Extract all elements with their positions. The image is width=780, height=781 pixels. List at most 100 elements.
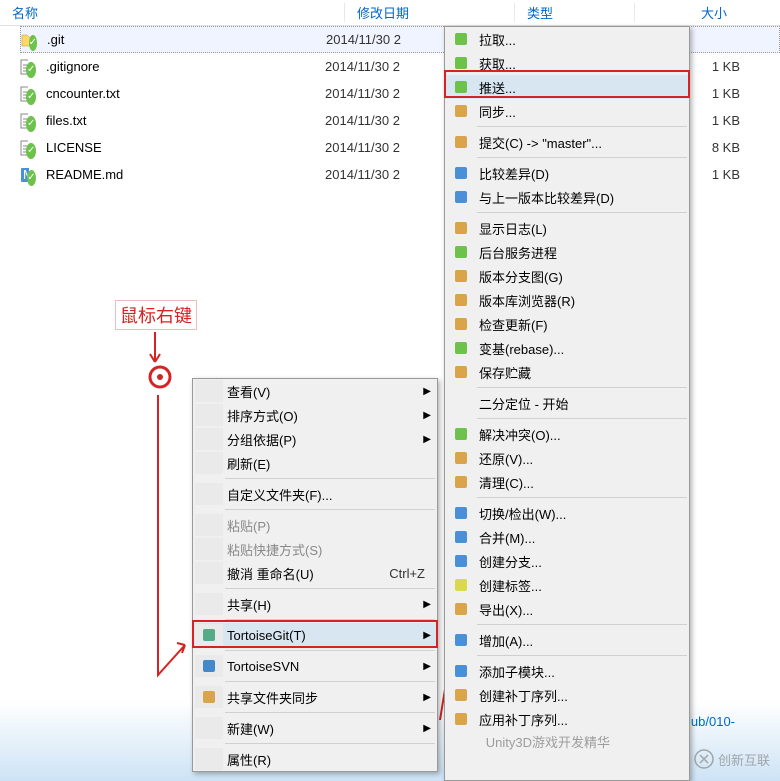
rebase-icon	[447, 337, 475, 359]
menu-item[interactable]: 添加子模块...	[445, 659, 689, 683]
menu-label: 同步...	[479, 102, 685, 121]
context-menu-main: 查看(V) ▶ 排序方式(O) ▶ 分组依据(P) ▶ 刷新(E) 自定义文件夹…	[192, 378, 438, 772]
menu-item[interactable]: 与上一版本比较差异(D)	[445, 185, 689, 209]
menu-item[interactable]: 清理(C)...	[445, 470, 689, 494]
menu-item[interactable]: 获取...	[445, 51, 689, 75]
menu-label: 保存贮藏	[479, 363, 685, 382]
menu-label: 版本分支图(G)	[479, 267, 685, 286]
menu-label: 清理(C)...	[479, 473, 685, 492]
menu-item[interactable]: 版本库浏览器(R)	[445, 288, 689, 312]
menu-separator	[225, 743, 435, 744]
menu-item[interactable]: 保存贮藏	[445, 360, 689, 384]
menu-item[interactable]: 后台服务进程	[445, 240, 689, 264]
blank-icon	[195, 748, 223, 770]
file-name-text: cncounter.txt	[46, 86, 120, 101]
menu-item[interactable]: 粘贴(P)	[193, 513, 437, 537]
menu-separator	[225, 712, 435, 713]
menu-label: 二分定位 - 开始	[479, 394, 685, 413]
menu-item[interactable]: 二分定位 - 开始	[445, 391, 689, 415]
menu-item[interactable]: 显示日志(L)	[445, 216, 689, 240]
file-icon: ✓	[20, 139, 38, 157]
daemon-icon	[447, 241, 475, 263]
menu-item[interactable]: 还原(V)...	[445, 446, 689, 470]
sync-icon	[195, 686, 223, 708]
menu-item[interactable]: 创建分支...	[445, 549, 689, 573]
menu-item[interactable]: 合并(M)...	[445, 525, 689, 549]
menu-item[interactable]: 解决冲突(O)...	[445, 422, 689, 446]
menu-item[interactable]: 拉取...	[445, 27, 689, 51]
menu-item[interactable]: TortoiseGit(T) ▶	[193, 623, 437, 647]
col-size[interactable]: 大小	[635, 3, 735, 22]
menu-item[interactable]: 新建(W) ▶	[193, 716, 437, 740]
menu-label: 属性(R)	[227, 750, 433, 769]
menu-separator	[225, 650, 435, 651]
col-name[interactable]: 名称	[0, 3, 345, 22]
menu-item[interactable]: 应用补丁序列...	[445, 707, 689, 731]
menu-separator	[477, 624, 687, 625]
file-name-text: .gitignore	[46, 59, 99, 74]
menu-label: TortoiseSVN	[227, 659, 433, 674]
menu-label: 显示日志(L)	[479, 219, 685, 238]
long-arrow-icon	[150, 395, 190, 685]
blank-icon	[195, 483, 223, 505]
menu-item[interactable]: 创建标签...	[445, 573, 689, 597]
file-size: 1 KB	[712, 86, 740, 101]
file-name-text: README.md	[46, 167, 123, 182]
menu-item[interactable]: 属性(R)	[193, 747, 437, 771]
menu-separator	[477, 655, 687, 656]
tgit-icon	[195, 624, 223, 646]
resolve-icon	[447, 423, 475, 445]
menu-label: 导出(X)...	[479, 600, 685, 619]
col-date[interactable]: 修改日期	[345, 3, 515, 22]
pull-icon	[447, 28, 475, 50]
menu-label: 共享(H)	[227, 595, 433, 614]
menu-item[interactable]: 共享(H) ▶	[193, 592, 437, 616]
menu-item[interactable]: 同步...	[445, 99, 689, 123]
menu-item[interactable]: 粘贴快捷方式(S)	[193, 537, 437, 561]
menu-item[interactable]: 分组依据(P) ▶	[193, 427, 437, 451]
menu-item[interactable]: 撤消 重命名(U) Ctrl+Z	[193, 561, 437, 585]
menu-label: 刷新(E)	[227, 454, 433, 473]
menu-item[interactable]: 切换/检出(W)...	[445, 501, 689, 525]
menu-separator	[477, 497, 687, 498]
menu-item[interactable]: 查看(V) ▶	[193, 379, 437, 403]
menu-item[interactable]: 刷新(E)	[193, 451, 437, 475]
menu-item[interactable]: 排序方式(O) ▶	[193, 403, 437, 427]
menu-item[interactable]: 增加(A)...	[445, 628, 689, 652]
menu-item[interactable]: 创建补丁序列...	[445, 683, 689, 707]
menu-item[interactable]: 推送...	[445, 75, 689, 99]
branch-icon	[447, 550, 475, 572]
menu-label: 新建(W)	[227, 719, 433, 738]
menu-item[interactable]: 比较差异(D)	[445, 161, 689, 185]
menu-label: 分组依据(P)	[227, 430, 433, 449]
menu-item[interactable]: 提交(C) -> "master"...	[445, 130, 689, 154]
menu-item[interactable]: 版本分支图(G)	[445, 264, 689, 288]
menu-item[interactable]: 自定义文件夹(F)...	[193, 482, 437, 506]
menu-label: 变基(rebase)...	[479, 339, 685, 358]
file-size: 1 KB	[712, 59, 740, 74]
tag-icon	[447, 574, 475, 596]
submenu-arrow-icon: ▶	[423, 386, 431, 397]
menu-label: 撤消 重命名(U)	[227, 564, 389, 583]
submenu-arrow-icon: ▶	[423, 410, 431, 421]
menu-label: 与上一版本比较差异(D)	[479, 188, 685, 207]
menu-separator	[225, 619, 435, 620]
menu-label: 推送...	[479, 78, 685, 97]
watermark-wechat: Unity3D游戏开发精华	[486, 732, 610, 751]
menu-item[interactable]: 共享文件夹同步 ▶	[193, 685, 437, 709]
menu-label: 排序方式(O)	[227, 406, 433, 425]
file-name-text: LICENSE	[46, 140, 102, 155]
file-name-text: .git	[47, 32, 64, 47]
menu-item[interactable]: 变基(rebase)...	[445, 336, 689, 360]
menu-label: 提交(C) -> "master"...	[479, 133, 685, 152]
col-type[interactable]: 类型	[515, 3, 635, 22]
file-size: 1 KB	[712, 113, 740, 128]
tsvn-icon	[195, 655, 223, 677]
blank-icon	[195, 593, 223, 615]
menu-item[interactable]: 检查更新(F)	[445, 312, 689, 336]
file-icon: ✓	[20, 85, 38, 103]
menu-label: 检查更新(F)	[479, 315, 685, 334]
menu-item[interactable]: TortoiseSVN ▶	[193, 654, 437, 678]
menu-label: 版本库浏览器(R)	[479, 291, 685, 310]
menu-item[interactable]: 导出(X)...	[445, 597, 689, 621]
